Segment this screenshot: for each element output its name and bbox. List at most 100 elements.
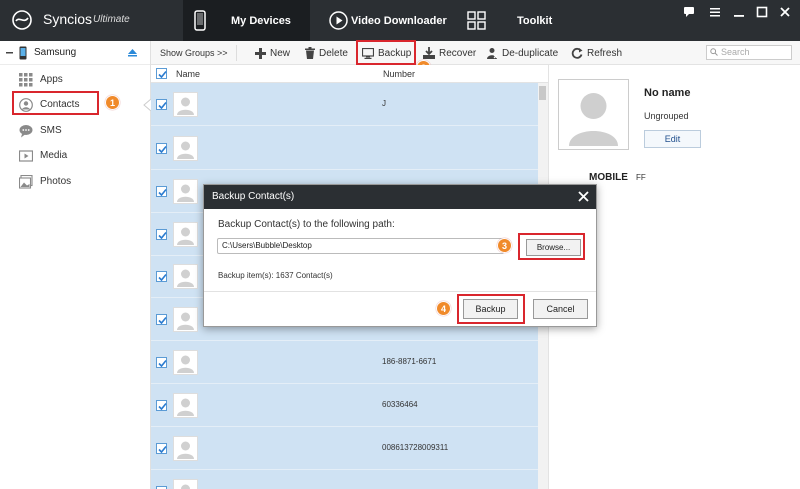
row-checkbox[interactable] bbox=[156, 400, 167, 411]
sidebar-item-photos[interactable]: Photos bbox=[0, 170, 150, 194]
step-badge-4: 4 bbox=[436, 301, 451, 316]
sidebar-item-apps[interactable]: Apps bbox=[0, 68, 150, 92]
contact-avatar bbox=[173, 92, 198, 117]
contact-avatar bbox=[173, 222, 198, 247]
toolbar-divider bbox=[236, 45, 237, 61]
sidebar-item-label: Apps bbox=[40, 74, 63, 85]
deduplicate-label: De-duplicate bbox=[502, 47, 559, 59]
contacts-highlight bbox=[12, 91, 99, 115]
table-row[interactable] bbox=[151, 470, 538, 489]
row-checkbox[interactable] bbox=[156, 99, 167, 110]
contact-avatar bbox=[173, 436, 198, 461]
contact-number: 008613728009311 bbox=[382, 443, 449, 452]
message-icon[interactable] bbox=[683, 6, 695, 18]
sidebar-item-media[interactable]: Media bbox=[0, 144, 150, 168]
sms-icon bbox=[19, 125, 33, 138]
number-column-header[interactable]: Number bbox=[383, 69, 415, 79]
phone-icon bbox=[194, 10, 206, 31]
app-name: Syncios bbox=[43, 11, 93, 27]
list-header: Name Number bbox=[151, 65, 548, 83]
refresh-icon bbox=[571, 47, 583, 59]
contact-number: J bbox=[382, 99, 386, 108]
row-checkbox[interactable] bbox=[156, 443, 167, 454]
device-phone-icon bbox=[19, 46, 27, 60]
apps-icon bbox=[19, 73, 33, 87]
tab-toolkit[interactable]: Toolkit bbox=[463, 0, 563, 41]
contact-avatar bbox=[173, 307, 198, 332]
selected-pointer-icon bbox=[143, 99, 151, 111]
new-button[interactable]: New bbox=[255, 41, 290, 65]
contact-avatar-large bbox=[558, 79, 629, 150]
dialog-prompt: Backup Contact(s) to the following path: bbox=[218, 219, 395, 230]
contact-avatar bbox=[173, 479, 198, 489]
syncios-logo-icon bbox=[12, 10, 32, 30]
contact-avatar bbox=[173, 350, 198, 375]
recover-button[interactable]: Recover bbox=[423, 41, 476, 65]
media-icon bbox=[19, 150, 33, 162]
sidebar-item-sms[interactable]: SMS bbox=[0, 119, 150, 143]
step-badge-3: 3 bbox=[497, 238, 512, 253]
search-icon bbox=[710, 48, 718, 56]
deduplicate-button[interactable]: De-duplicate bbox=[486, 41, 558, 65]
row-checkbox[interactable] bbox=[156, 186, 167, 197]
tab-video-downloader-label: Video Downloader bbox=[351, 15, 447, 27]
delete-label: Delete bbox=[319, 47, 348, 59]
scrollbar-thumb[interactable] bbox=[539, 86, 546, 100]
backup-item-count: Backup item(s): 1637 Contact(s) bbox=[218, 271, 333, 280]
refresh-button[interactable]: Refresh bbox=[571, 41, 622, 65]
search-input[interactable]: Search bbox=[706, 45, 792, 60]
recover-icon bbox=[423, 47, 435, 59]
contact-avatar bbox=[173, 393, 198, 418]
deduplicate-icon bbox=[487, 48, 498, 59]
toolbar: Show Groups >> New Delete Backup Recover… bbox=[151, 41, 800, 65]
table-row[interactable] bbox=[151, 127, 538, 170]
play-icon bbox=[329, 11, 348, 30]
recover-label: Recover bbox=[439, 47, 477, 59]
row-checkbox[interactable] bbox=[156, 271, 167, 282]
select-all-checkbox[interactable] bbox=[156, 68, 167, 79]
dialog-divider bbox=[204, 291, 596, 292]
dialog-cancel-button[interactable]: Cancel bbox=[533, 299, 588, 319]
tab-my-devices-label: My Devices bbox=[231, 15, 291, 27]
tab-my-devices[interactable]: My Devices bbox=[183, 0, 310, 41]
backup-path-field[interactable]: C:\Users\Bubble\Desktop bbox=[217, 238, 504, 254]
edit-button[interactable]: Edit bbox=[644, 130, 701, 148]
plus-icon bbox=[255, 47, 266, 59]
contact-name: No name bbox=[644, 87, 691, 99]
trash-icon bbox=[305, 47, 315, 59]
eject-icon[interactable] bbox=[128, 49, 137, 57]
tab-toolkit-label: Toolkit bbox=[517, 15, 553, 27]
app-edition: Ultimate bbox=[93, 14, 130, 25]
contact-number: 60336464 bbox=[382, 400, 418, 409]
photos-icon bbox=[19, 175, 33, 189]
row-checkbox[interactable] bbox=[156, 357, 167, 368]
minimize-icon[interactable] bbox=[733, 6, 745, 18]
dialog-close-icon[interactable] bbox=[577, 190, 590, 203]
title-bar: Syncios Ultimate My Devices Video Downlo… bbox=[0, 0, 800, 41]
table-row[interactable]: J bbox=[151, 83, 538, 126]
phone-value: FF bbox=[636, 173, 646, 182]
table-row[interactable]: 186-8871-6671 bbox=[151, 341, 538, 384]
menu-icon[interactable] bbox=[709, 6, 721, 18]
show-groups-button[interactable]: Show Groups >> bbox=[160, 41, 228, 65]
show-groups-label: Show Groups >> bbox=[160, 48, 228, 58]
row-checkbox[interactable] bbox=[156, 314, 167, 325]
step-badge-1: 1 bbox=[105, 95, 120, 110]
person-icon bbox=[569, 93, 618, 146]
dialog-backup-highlight bbox=[457, 294, 525, 324]
table-row[interactable]: 60336464 bbox=[151, 384, 538, 427]
close-icon[interactable] bbox=[779, 6, 791, 18]
delete-button[interactable]: Delete bbox=[305, 41, 348, 65]
tab-video-downloader[interactable]: Video Downloader bbox=[320, 0, 455, 41]
contact-group: Ungrouped bbox=[644, 111, 689, 121]
maximize-icon[interactable] bbox=[756, 6, 768, 18]
row-checkbox[interactable] bbox=[156, 143, 167, 154]
contact-avatar bbox=[173, 136, 198, 161]
table-row[interactable]: 008613728009311 bbox=[151, 427, 538, 470]
device-row[interactable]: Samsung bbox=[0, 41, 150, 65]
sidebar-item-label: SMS bbox=[40, 125, 62, 136]
grid-icon bbox=[467, 11, 486, 30]
contact-avatar bbox=[173, 179, 198, 204]
name-column-header[interactable]: Name bbox=[176, 69, 200, 79]
row-checkbox[interactable] bbox=[156, 229, 167, 240]
